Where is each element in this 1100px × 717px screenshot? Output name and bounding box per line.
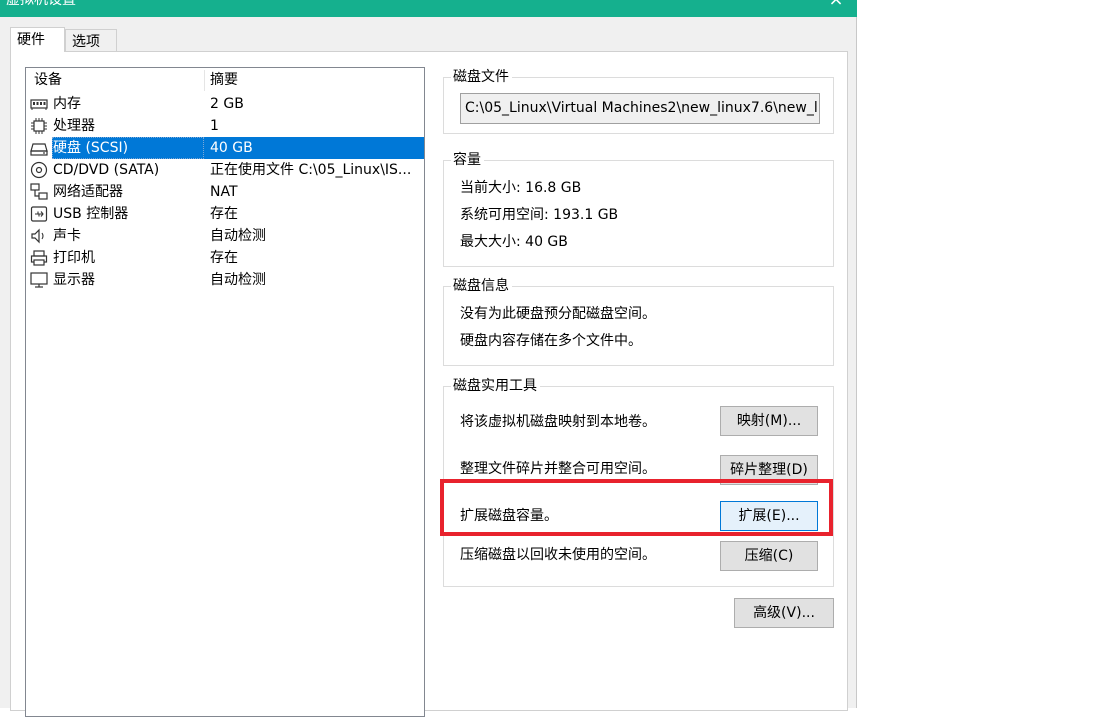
device-row-display[interactable]: 显示器 自动检测 <box>26 269 424 291</box>
device-row-usb-controller[interactable]: USB 控制器 存在 <box>26 203 424 225</box>
device-name: 打印机 <box>53 250 95 266</box>
device-name: USB 控制器 <box>53 206 129 222</box>
expand-button[interactable]: 扩展(E)... <box>720 501 818 531</box>
disk-info-line-2: 硬盘内容存储在多个文件中。 <box>460 333 642 349</box>
vm-settings-dialog: 虚拟机设置 × 选项 硬件 设备 摘要 内存 2 GB 处理器 1 <box>0 0 857 717</box>
close-icon[interactable]: × <box>827 0 845 9</box>
memory-icon <box>30 95 48 113</box>
current-size-text: 当前大小: 16.8 GB <box>460 180 582 196</box>
device-row-cd-dvd[interactable]: CD/DVD (SATA) 正在使用文件 C:\05_Linux\IS... <box>26 159 424 181</box>
device-summary: NAT <box>210 184 238 200</box>
device-summary: 正在使用文件 C:\05_Linux\IS... <box>210 162 412 178</box>
device-name: 内存 <box>53 96 81 112</box>
device-name: 硬盘 (SCSI) <box>53 140 129 156</box>
disk-info-line-1: 没有为此硬盘预分配磁盘空间。 <box>460 306 656 322</box>
window-title: 虚拟机设置 <box>6 0 76 8</box>
device-row-network-adapter[interactable]: 网络适配器 NAT <box>26 181 424 203</box>
disk-info-label: 磁盘信息 <box>451 276 512 296</box>
display-icon <box>30 271 48 289</box>
defrag-description: 整理文件碎片并整合可用空间。 <box>460 461 656 477</box>
capacity-group: 容量 当前大小: 16.8 GB 系统可用空间: 193.1 GB 最大大小: … <box>443 150 834 267</box>
tab-hardware[interactable]: 硬件 <box>10 27 65 52</box>
max-size-text: 最大大小: 40 GB <box>460 234 568 250</box>
usb-icon <box>30 205 48 223</box>
device-name: 网络适配器 <box>53 184 123 200</box>
compact-button[interactable]: 压缩(C) <box>720 541 818 571</box>
disk-file-path-field[interactable]: C:\05_Linux\Virtual Machines2\new_linux7… <box>460 93 820 124</box>
available-space-text: 系统可用空间: 193.1 GB <box>460 207 619 223</box>
hard-disk-icon <box>30 139 48 157</box>
device-name: 声卡 <box>53 228 81 244</box>
advanced-button[interactable]: 高级(V)... <box>734 598 834 628</box>
printer-icon <box>30 249 48 267</box>
defrag-button[interactable]: 碎片整理(D) <box>720 455 818 485</box>
column-header-device[interactable]: 设备 <box>34 68 62 93</box>
device-row-memory[interactable]: 内存 2 GB <box>26 93 424 115</box>
disk-file-group: 磁盘文件 C:\05_Linux\Virtual Machines2\new_l… <box>443 67 834 134</box>
tab-options[interactable]: 选项 <box>65 29 117 52</box>
map-description: 将该虚拟机磁盘映射到本地卷。 <box>460 414 656 430</box>
device-summary: 自动检测 <box>210 272 266 288</box>
cd-dvd-icon <box>30 161 48 179</box>
device-summary: 自动检测 <box>210 228 266 244</box>
column-divider[interactable] <box>204 70 205 91</box>
processor-icon <box>30 117 48 135</box>
device-name: CD/DVD (SATA) <box>53 162 160 178</box>
network-adapter-icon <box>30 183 48 201</box>
title-bar: 虚拟机设置 × <box>0 0 857 17</box>
device-row-printer[interactable]: 打印机 存在 <box>26 247 424 269</box>
device-summary: 40 GB <box>210 140 253 156</box>
device-summary: 2 GB <box>210 96 244 112</box>
disk-info-group: 磁盘信息 没有为此硬盘预分配磁盘空间。 硬盘内容存储在多个文件中。 <box>443 276 834 366</box>
disk-file-label: 磁盘文件 <box>451 67 512 87</box>
capacity-label: 容量 <box>451 150 484 170</box>
device-row-hard-disk[interactable]: 硬盘 (SCSI) 40 GB <box>26 137 424 159</box>
device-list-header: 设备 摘要 <box>26 68 424 93</box>
column-header-summary[interactable]: 摘要 <box>210 68 238 93</box>
device-row-sound-card[interactable]: 声卡 自动检测 <box>26 225 424 247</box>
device-name: 处理器 <box>53 118 95 134</box>
disk-utilities-group: 磁盘实用工具 将该虚拟机磁盘映射到本地卷。 映射(M)... 整理文件碎片并整合… <box>443 376 834 587</box>
device-row-processor[interactable]: 处理器 1 <box>26 115 424 137</box>
device-summary: 1 <box>210 118 219 134</box>
sound-card-icon <box>30 227 48 245</box>
compact-description: 压缩磁盘以回收未使用的空间。 <box>460 547 656 563</box>
device-summary: 存在 <box>210 250 238 266</box>
device-name: 显示器 <box>53 272 95 288</box>
expand-description: 扩展磁盘容量。 <box>460 508 558 524</box>
device-summary: 存在 <box>210 206 238 222</box>
device-list[interactable]: 设备 摘要 内存 2 GB 处理器 1 硬盘 (SCSI) 40 GB CD/D… <box>25 67 425 717</box>
disk-utilities-label: 磁盘实用工具 <box>451 376 540 396</box>
map-button[interactable]: 映射(M)... <box>720 406 818 436</box>
